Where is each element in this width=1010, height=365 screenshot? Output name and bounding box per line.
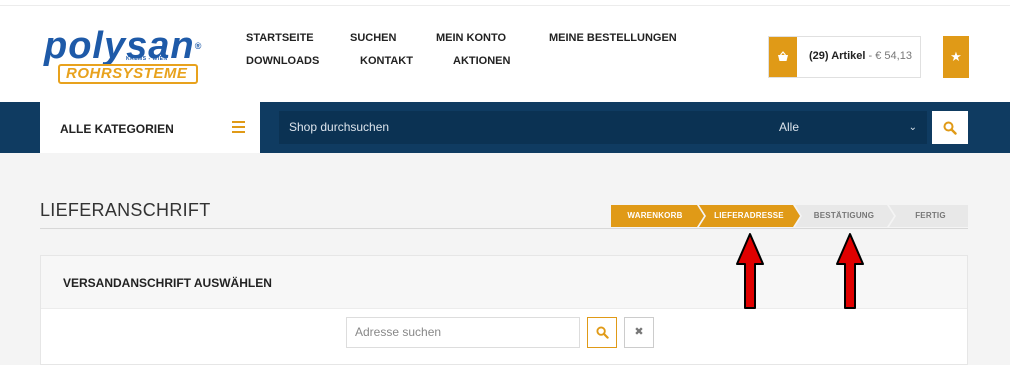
nav-aktionen[interactable]: AKTIONEN	[453, 55, 510, 67]
address-search-button[interactable]	[587, 317, 617, 348]
search-icon	[943, 121, 957, 135]
page-title: LIEFERANSCHRIFT	[40, 200, 211, 220]
basket-icon	[769, 37, 797, 77]
address-search-input[interactable]: Adresse suchen	[346, 317, 580, 348]
step-fertig: FERTIG	[915, 211, 946, 220]
logo-subtitle: KREMS - WIEN	[126, 56, 168, 62]
annotation-arrow-up-icon	[736, 233, 764, 309]
nav-meine-bestellungen[interactable]: MEINE BESTELLUNGEN	[549, 32, 677, 44]
step-bestaetigung: BESTÄTIGUNG	[813, 211, 875, 220]
close-icon: ✖	[634, 326, 644, 338]
title-divider	[40, 228, 968, 229]
panel-header: VERSANDANSCHRIFT AUSWÄHLEN	[41, 256, 967, 309]
search-icon	[596, 326, 609, 339]
step-lieferadresse: LIEFERADRESSE	[714, 211, 784, 220]
nav-mein-konto[interactable]: MEIN KONTO	[436, 32, 506, 44]
nav-startseite[interactable]: STARTSEITE	[246, 32, 314, 44]
polysan-logo[interactable]: polysan® KREMS - WIEN ROHRSYSTEME	[44, 25, 203, 86]
hamburger-icon	[232, 121, 245, 133]
cart-count: (29) Artikel	[809, 50, 866, 62]
wishlist-button[interactable]: ★	[943, 36, 969, 78]
search-scope-select[interactable]: Alle ⌄	[769, 111, 927, 144]
logo-tagline: ROHRSYSTEME	[58, 64, 198, 84]
chevron-down-icon: ⌄	[908, 122, 917, 133]
search-scope-value: Alle	[779, 120, 800, 134]
logo-wordmark: polysan®	[44, 25, 203, 67]
star-icon: ★	[950, 49, 962, 64]
address-clear-button[interactable]: ✖	[624, 317, 654, 348]
nav-kontakt[interactable]: KONTAKT	[360, 55, 413, 67]
category-menu-button[interactable]: ALLE KATEGORIEN	[40, 102, 260, 153]
search-bar: ALLE KATEGORIEN Shop durchsuchen Alle ⌄	[0, 102, 1010, 153]
main-navigation: STARTSEITE SUCHEN MEIN KONTO MEINE BESTE…	[246, 32, 706, 82]
category-menu-label: ALLE KATEGORIEN	[60, 122, 174, 136]
annotation-arrow-up-icon	[836, 233, 864, 309]
cart-button[interactable]: (29) Artikel - € 54,13	[768, 36, 921, 78]
panel-title: VERSANDANSCHRIFT AUSWÄHLEN	[63, 276, 272, 290]
site-header: polysan® KREMS - WIEN ROHRSYSTEME STARTS…	[0, 6, 1010, 102]
shipping-address-panel: VERSANDANSCHRIFT AUSWÄHLEN Adresse suche…	[40, 255, 968, 365]
cart-total: € 54,13	[875, 50, 912, 62]
nav-suchen[interactable]: SUCHEN	[350, 32, 396, 44]
search-button[interactable]	[932, 111, 968, 144]
cart-summary: (29) Artikel - € 54,13	[809, 50, 912, 62]
nav-downloads[interactable]: DOWNLOADS	[246, 55, 319, 67]
step-warenkorb[interactable]: WARENKORB	[611, 205, 699, 227]
shop-search-input[interactable]: Shop durchsuchen	[279, 111, 769, 144]
